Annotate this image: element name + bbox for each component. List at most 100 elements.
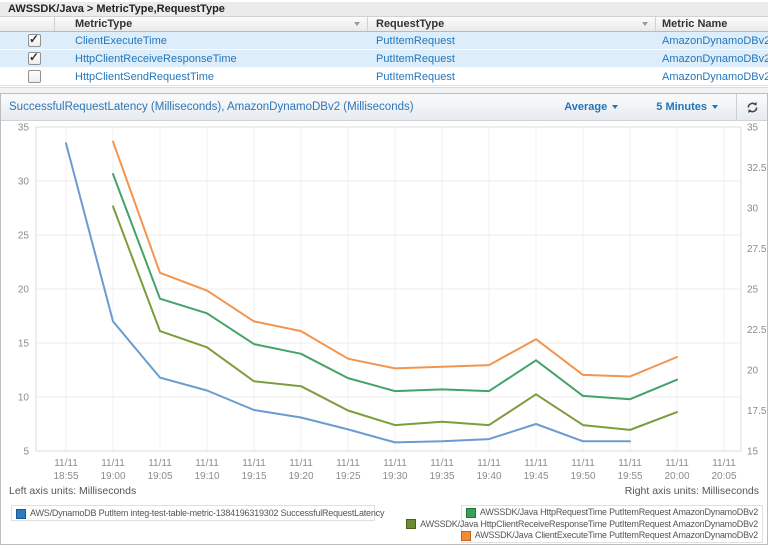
svg-text:11/11: 11/11 — [524, 458, 548, 469]
checkbox-cell — [0, 32, 55, 49]
legend-swatch — [406, 519, 416, 529]
refresh-button[interactable] — [736, 94, 767, 120]
chart-gridlines — [36, 127, 741, 451]
checkbox-column-header — [0, 17, 55, 31]
svg-text:35: 35 — [18, 123, 30, 134]
sort-caret-icon[interactable] — [354, 22, 360, 26]
breadcrumb: AWSSDK/Java > MetricType,RequestType — [0, 2, 768, 17]
statistic-dropdown[interactable]: Average — [564, 101, 618, 113]
metric-type-link[interactable]: HttpClientReceiveResponseTime — [75, 53, 237, 65]
request-type-link[interactable]: PutItemRequest — [376, 71, 455, 83]
column-header-metric-name[interactable]: Metric Name — [656, 17, 768, 31]
metric-name-link[interactable]: AmazonDynamoDBv2 — [662, 71, 768, 83]
svg-text:25: 25 — [18, 231, 30, 242]
svg-text:18:55: 18:55 — [53, 471, 78, 482]
checkbox-cell — [0, 68, 55, 85]
svg-text:19:30: 19:30 — [382, 471, 407, 482]
sort-caret-icon[interactable] — [642, 22, 648, 26]
row-checkbox[interactable] — [28, 34, 41, 47]
svg-text:19:45: 19:45 — [523, 471, 548, 482]
column-header-requesttype[interactable]: RequestType — [368, 17, 656, 31]
svg-text:35: 35 — [747, 123, 759, 134]
svg-text:19:25: 19:25 — [335, 471, 360, 482]
column-label-requesttype: RequestType — [376, 17, 444, 31]
chart-panel: SuccessfulRequestLatency (Milliseconds),… — [0, 93, 768, 545]
svg-text:27.5: 27.5 — [747, 244, 767, 255]
legend-label: AWSSDK/Java HttpRequestTime PutItemReque… — [480, 507, 758, 518]
table-row[interactable]: HttpClientSendRequestTime PutItemRequest… — [0, 68, 768, 86]
svg-text:11/11: 11/11 — [148, 458, 172, 469]
legend-item[interactable]: AWSSDK/Java ClientExecuteTime PutItemReq… — [461, 530, 758, 541]
svg-text:19:55: 19:55 — [617, 471, 642, 482]
refresh-icon — [745, 100, 760, 115]
svg-text:19:40: 19:40 — [476, 471, 501, 482]
svg-text:19:35: 19:35 — [429, 471, 454, 482]
legend-item[interactable]: AWSSDK/Java HttpClientReceiveResponseTim… — [406, 519, 758, 530]
chevron-down-icon — [712, 105, 718, 109]
table-header: MetricType RequestType Metric Name — [0, 17, 768, 32]
svg-text:Right axis units: Milliseconds: Right axis units: Milliseconds — [625, 485, 759, 496]
column-label-metric-name: Metric Name — [662, 17, 727, 31]
legend-swatch — [461, 531, 471, 541]
metric-name-link[interactable]: AmazonDynamoDBv2 — [662, 53, 768, 65]
chart-titlebar: SuccessfulRequestLatency (Milliseconds),… — [1, 94, 767, 121]
svg-text:11/11: 11/11 — [101, 458, 125, 469]
chart-title: SuccessfulRequestLatency (Milliseconds),… — [1, 101, 564, 113]
svg-text:20: 20 — [18, 285, 30, 296]
svg-text:11/11: 11/11 — [336, 458, 360, 469]
svg-text:25: 25 — [747, 285, 759, 296]
chevron-down-icon — [612, 105, 618, 109]
svg-text:11/11: 11/11 — [477, 458, 501, 469]
checkbox-cell — [0, 50, 55, 67]
metric-type-link[interactable]: ClientExecuteTime — [75, 35, 167, 47]
statistic-value: Average — [564, 101, 607, 113]
legend-label: AWSSDK/Java HttpClientReceiveResponseTim… — [420, 519, 758, 530]
svg-text:19:00: 19:00 — [100, 471, 125, 482]
svg-text:10: 10 — [18, 393, 30, 404]
svg-text:19:05: 19:05 — [147, 471, 172, 482]
svg-text:19:20: 19:20 — [288, 471, 313, 482]
svg-text:11/11: 11/11 — [665, 458, 689, 469]
svg-text:17.5: 17.5 — [747, 406, 767, 417]
period-dropdown[interactable]: 5 Minutes — [656, 101, 718, 113]
table-row[interactable]: ClientExecuteTime PutItemRequest AmazonD… — [0, 32, 768, 50]
legend-item[interactable]: AWSSDK/Java HttpRequestTime PutItemReque… — [466, 507, 758, 518]
svg-text:11/11: 11/11 — [289, 458, 313, 469]
legend-right-box: AWSSDK/Java HttpRequestTime PutItemReque… — [461, 505, 763, 543]
period-value: 5 Minutes — [656, 101, 707, 113]
legend-swatch — [466, 508, 476, 518]
metric-type-link[interactable]: HttpClientSendRequestTime — [75, 71, 214, 83]
column-label-metrictype: MetricType — [75, 17, 132, 31]
row-checkbox[interactable] — [28, 52, 41, 65]
svg-text:11/11: 11/11 — [195, 458, 219, 469]
table-row[interactable]: HttpClientReceiveResponseTime PutItemReq… — [0, 50, 768, 68]
svg-text:19:50: 19:50 — [570, 471, 595, 482]
svg-text:11/11: 11/11 — [430, 458, 454, 469]
svg-text:20:05: 20:05 — [711, 471, 736, 482]
svg-text:15: 15 — [747, 447, 759, 458]
legend-label: AWS/DynamoDB PutItem integ-test-table-me… — [30, 508, 384, 519]
svg-text:11/11: 11/11 — [618, 458, 642, 469]
request-type-link[interactable]: PutItemRequest — [376, 53, 455, 65]
cloudwatch-metrics-panel: AWSSDK/Java > MetricType,RequestType Met… — [0, 0, 768, 548]
request-type-link[interactable]: PutItemRequest — [376, 35, 455, 47]
svg-text:15: 15 — [18, 339, 30, 350]
svg-text:20:00: 20:00 — [664, 471, 689, 482]
svg-text:11/11: 11/11 — [383, 458, 407, 469]
svg-text:11/11: 11/11 — [571, 458, 595, 469]
legend-item[interactable]: AWS/DynamoDB PutItem integ-test-table-me… — [16, 508, 370, 519]
row-checkbox[interactable] — [28, 70, 41, 83]
svg-text:11/11: 11/11 — [712, 458, 736, 469]
legend-left-box: AWS/DynamoDB PutItem integ-test-table-me… — [11, 505, 375, 521]
legend-area: AWS/DynamoDB PutItem integ-test-table-me… — [1, 496, 767, 542]
latency-chart-svg: 35302520151053532.53027.52522.52017.5151… — [1, 121, 767, 496]
svg-text:30: 30 — [747, 204, 759, 215]
svg-text:Left axis units: Milliseconds: Left axis units: Milliseconds — [9, 485, 136, 496]
svg-text:5: 5 — [23, 447, 29, 458]
column-header-metrictype[interactable]: MetricType — [55, 17, 368, 31]
metric-name-link[interactable]: AmazonDynamoDBv2 — [662, 35, 768, 47]
svg-text:22.5: 22.5 — [747, 325, 767, 336]
svg-text:11/11: 11/11 — [242, 458, 266, 469]
legend-label: AWSSDK/Java ClientExecuteTime PutItemReq… — [475, 530, 758, 541]
svg-text:20: 20 — [747, 366, 759, 377]
